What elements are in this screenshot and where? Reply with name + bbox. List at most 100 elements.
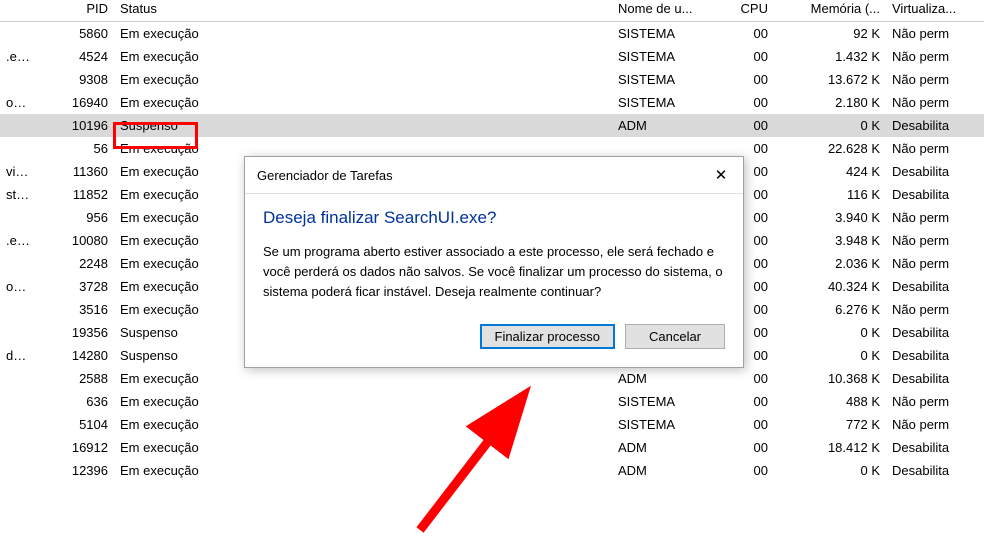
table-row[interactable]: 5860Em execuçãoSISTEMA0092 KNão perm [0,22,984,46]
table-row[interactable]: 5104Em execuçãoSISTEMA00772 KNão perm [0,413,984,436]
col-header-mem[interactable]: Memória (... [774,0,886,22]
dialog-body: Deseja finalizar SearchUI.exe? Se um pro… [245,194,743,367]
cell-virt: Não perm [886,22,984,46]
cell-mem: 772 K [774,413,886,436]
cell-mem: 18.412 K [774,436,886,459]
col-header-status[interactable]: Status [114,0,612,22]
cell-imgname [0,413,36,436]
cell-virt: Não perm [886,137,984,160]
table-row[interactable]: 636Em execuçãoSISTEMA00488 KNão perm [0,390,984,413]
cell-imgname [0,137,36,160]
cell-virt: Não perm [886,298,984,321]
cell-user: ADM [612,436,728,459]
col-header-cpu[interactable]: CPU [728,0,774,22]
cancel-button[interactable]: Cancelar [625,324,725,349]
cell-mem: 0 K [774,459,886,482]
confirm-button[interactable]: Finalizar processo [480,324,616,349]
cell-pid: 12396 [36,459,114,482]
cell-virt: Não perm [886,390,984,413]
dialog-text: Se um programa aberto estiver associado … [263,242,725,302]
cell-pid: 9308 [36,68,114,91]
cell-status: Em execução [114,91,612,114]
cell-imgname: .exe [0,45,36,68]
cell-mem: 6.276 K [774,298,886,321]
cell-cpu: 00 [728,436,774,459]
cell-pid: 2588 [36,367,114,390]
cell-virt: Desabilita [886,160,984,183]
cell-mem: 92 K [774,22,886,46]
cell-cpu: 00 [728,114,774,137]
cell-virt: Desabilita [886,344,984,367]
table-header: PID Status Nome de u... CPU Memória (...… [0,0,984,22]
cell-virt: Não perm [886,45,984,68]
cell-virt: Não perm [886,413,984,436]
col-header-user[interactable]: Nome de u... [612,0,728,22]
dialog-title: Gerenciador de Tarefas [257,168,393,183]
col-header-imgname[interactable] [0,0,36,22]
cell-virt: Desabilita [886,321,984,344]
cell-pid: 16912 [36,436,114,459]
cell-mem: 22.628 K [774,137,886,160]
cell-pid: 10080 [36,229,114,252]
cell-virt: Desabilita [886,183,984,206]
table-row[interactable]: 10196SuspensoADM000 KDesabilita [0,114,984,137]
cell-imgname [0,367,36,390]
cell-mem: 10.368 K [774,367,886,390]
table-row[interactable]: .exe4524Em execuçãoSISTEMA001.432 KNão p… [0,45,984,68]
cell-mem: 3.940 K [774,206,886,229]
cell-imgname: ost... [0,275,36,298]
cell-pid: 3516 [36,298,114,321]
cell-virt: Não perm [886,252,984,275]
col-header-virt[interactable]: Virtualiza... [886,0,984,22]
table-row[interactable]: 12396Em execuçãoADM000 KDesabilita [0,459,984,482]
cell-user: SISTEMA [612,390,728,413]
cell-cpu: 00 [728,367,774,390]
cell-pid: 3728 [36,275,114,298]
cell-virt: Não perm [886,91,984,114]
cell-virt: Desabilita [886,114,984,137]
cell-imgname [0,298,36,321]
table-row[interactable]: 9308Em execuçãoSISTEMA0013.672 KNão perm [0,68,984,91]
cell-user: ADM [612,114,728,137]
table-row[interactable]: 16912Em execuçãoADM0018.412 KDesabilita [0,436,984,459]
cell-imgname [0,22,36,46]
cell-cpu: 00 [728,91,774,114]
cell-user: SISTEMA [612,22,728,46]
cell-virt: Não perm [886,206,984,229]
dialog-heading: Deseja finalizar SearchUI.exe? [263,208,725,228]
cell-pid: 19356 [36,321,114,344]
cell-mem: 488 K [774,390,886,413]
cell-user: SISTEMA [612,45,728,68]
dialog-titlebar: Gerenciador de Tarefas ✕ [245,157,743,194]
cell-mem: 0 K [774,344,886,367]
cell-imgname: vic... [0,160,36,183]
cell-imgname: dH... [0,344,36,367]
cell-virt: Não perm [886,68,984,91]
confirmation-dialog: Gerenciador de Tarefas ✕ Deseja finaliza… [244,156,744,368]
cell-status: Em execução [114,413,612,436]
cell-cpu: 00 [728,390,774,413]
cell-pid: 11852 [36,183,114,206]
table-row[interactable]: ost...16940Em execuçãoSISTEMA002.180 KNã… [0,91,984,114]
cell-virt: Não perm [886,229,984,252]
cell-mem: 424 K [774,160,886,183]
cell-mem: 2.036 K [774,252,886,275]
cell-mem: 3.948 K [774,229,886,252]
cell-cpu: 00 [728,68,774,91]
cell-imgname: stra... [0,183,36,206]
cell-cpu: 00 [728,413,774,436]
cell-mem: 0 K [774,114,886,137]
table-row[interactable]: 2588Em execuçãoADM0010.368 KDesabilita [0,367,984,390]
cell-status: Em execução [114,68,612,91]
cell-imgname [0,321,36,344]
col-header-pid[interactable]: PID [36,0,114,22]
cell-pid: 16940 [36,91,114,114]
close-icon[interactable]: ✕ [707,165,735,185]
cell-imgname [0,390,36,413]
cell-mem: 1.432 K [774,45,886,68]
cell-status: Em execução [114,436,612,459]
cell-user: SISTEMA [612,68,728,91]
cell-imgname [0,206,36,229]
cell-user: ADM [612,459,728,482]
cell-mem: 116 K [774,183,886,206]
